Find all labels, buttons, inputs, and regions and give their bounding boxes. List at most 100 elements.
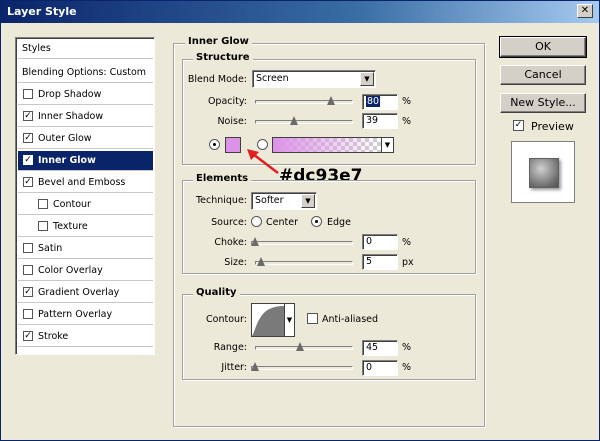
range-slider-thumb[interactable] [295, 342, 304, 351]
style-item-stroke[interactable]: ✓ Stroke [18, 327, 153, 347]
close-button[interactable]: ✕ [577, 4, 593, 18]
technique-select[interactable]: Softer ▼ [251, 192, 317, 210]
noise-label: Noise: [217, 116, 247, 127]
anti-aliased-checkbox[interactable] [307, 313, 318, 324]
jitter-value: 0 [366, 362, 373, 373]
style-checkbox[interactable] [23, 309, 33, 319]
style-item-bevel-and-emboss[interactable]: ✓ Bevel and Emboss [18, 173, 153, 193]
styles-header[interactable]: Styles [18, 39, 153, 59]
noise-input[interactable]: 39 [362, 113, 398, 129]
cancel-button[interactable]: Cancel [500, 65, 586, 85]
style-checkbox[interactable]: ✓ [23, 111, 33, 121]
style-checkbox[interactable] [23, 243, 33, 253]
contour-picker[interactable] [251, 303, 285, 337]
style-checkbox[interactable]: ✓ [23, 331, 33, 341]
inner-glow-title: Inner Glow [185, 36, 252, 47]
range-unit: % [402, 342, 412, 353]
choke-unit: % [402, 237, 412, 248]
style-item-label: Outer Glow [38, 133, 92, 144]
range-slider[interactable] [255, 341, 353, 355]
style-item-gradient-overlay[interactable]: ✓ Gradient Overlay [18, 283, 153, 303]
style-item-label: Inner Glow [38, 155, 96, 166]
window-title: Layer Style [7, 5, 77, 18]
close-icon: ✕ [580, 5, 590, 16]
glow-gradient-picker[interactable] [272, 137, 382, 153]
noise-slider[interactable] [255, 115, 353, 129]
checkmark-icon: ✓ [24, 331, 32, 341]
range-input[interactable]: 45 [362, 340, 398, 356]
choke-slider-thumb[interactable] [251, 237, 259, 246]
style-item-inner-shadow[interactable]: ✓ Inner Shadow [18, 107, 153, 127]
jitter-input[interactable]: 0 [362, 360, 398, 376]
style-item-label: Color Overlay [38, 265, 103, 276]
blending-options-item[interactable]: Blending Options: Custom [18, 63, 153, 83]
size-unit: px [402, 257, 414, 268]
opacity-label: Opacity: [207, 96, 247, 107]
choke-input[interactable]: 0 [362, 234, 398, 250]
chevron-down-icon[interactable]: ▼ [381, 137, 394, 153]
chevron-down-icon[interactable]: ▼ [284, 303, 295, 337]
style-item-color-overlay[interactable]: Color Overlay [18, 261, 153, 281]
preview-checkbox[interactable]: ✓ [513, 120, 524, 131]
style-checkbox[interactable] [23, 265, 33, 275]
style-item-texture[interactable]: Texture [18, 217, 153, 237]
style-checkbox[interactable]: ✓ [23, 155, 33, 165]
style-checkbox[interactable]: ✓ [23, 133, 33, 143]
style-item-inner-glow[interactable]: ✓ Inner Glow [18, 151, 153, 171]
checkmark-icon: ✓ [24, 155, 32, 165]
style-item-outer-glow[interactable]: ✓ Outer Glow [18, 129, 153, 149]
contour-label: Contour: [206, 314, 247, 325]
noise-slider-thumb[interactable] [290, 116, 299, 125]
choke-label: Choke: [214, 237, 247, 248]
jitter-slider-thumb[interactable] [251, 362, 259, 371]
size-input[interactable]: 5 [362, 254, 398, 270]
preview-thumbnail [511, 141, 575, 203]
style-item-label: Pattern Overlay [38, 309, 113, 320]
checkmark-icon: ✓ [24, 287, 32, 297]
size-slider-thumb[interactable] [256, 257, 265, 266]
style-checkbox[interactable] [23, 89, 33, 99]
style-item-satin[interactable]: Satin [18, 239, 153, 259]
opacity-input[interactable]: 80 [362, 94, 398, 110]
style-checkbox[interactable]: ✓ [23, 287, 33, 297]
style-item-label: Satin [38, 243, 63, 254]
size-value: 5 [366, 256, 373, 267]
checkmark-icon: ✓ [24, 111, 32, 121]
chevron-down-icon: ▼ [360, 72, 374, 86]
blend-mode-select[interactable]: Screen ▼ [252, 70, 376, 88]
glow-color-swatch[interactable] [225, 137, 241, 153]
size-slider[interactable] [255, 256, 353, 270]
blend-mode-label: Blend Mode: [187, 74, 247, 85]
style-item-label: Contour [53, 199, 91, 210]
checkmark-icon: ✓ [514, 120, 523, 130]
opacity-slider-thumb[interactable] [327, 96, 335, 105]
blend-mode-value: Screen [256, 73, 289, 84]
style-item-pattern-overlay[interactable]: Pattern Overlay [18, 305, 153, 325]
technique-value: Softer [255, 195, 284, 206]
style-checkbox[interactable] [38, 221, 48, 231]
jitter-slider[interactable] [251, 361, 353, 375]
choke-slider[interactable] [251, 236, 353, 250]
source-label: Source: [211, 217, 247, 228]
quality-title: Quality [193, 287, 240, 298]
style-item-drop-shadow[interactable]: Drop Shadow [18, 85, 153, 105]
source-center-label: Center [266, 217, 298, 228]
checkmark-icon: ✓ [24, 133, 32, 143]
ok-button[interactable]: OK [499, 36, 587, 58]
new-style-button[interactable]: New Style... [500, 93, 586, 113]
noise-value: 39 [366, 115, 379, 126]
style-item-label: Gradient Overlay [38, 287, 120, 298]
style-item-contour[interactable]: Contour [18, 195, 153, 215]
style-checkbox[interactable] [38, 199, 48, 209]
size-label: Size: [224, 257, 247, 268]
solid-color-radio[interactable] [209, 139, 220, 150]
style-checkbox[interactable]: ✓ [23, 177, 33, 187]
source-edge-label: Edge [327, 217, 351, 228]
title-bar: Layer Style ✕ [1, 1, 599, 23]
range-label: Range: [213, 342, 247, 353]
opacity-slider[interactable] [255, 95, 353, 109]
preview-label: Preview [531, 120, 574, 133]
source-edge-radio[interactable] [311, 216, 322, 227]
source-center-radio[interactable] [251, 216, 262, 227]
layer-style-dialog: Layer Style ✕ Styles Blending Options: C… [0, 0, 600, 441]
